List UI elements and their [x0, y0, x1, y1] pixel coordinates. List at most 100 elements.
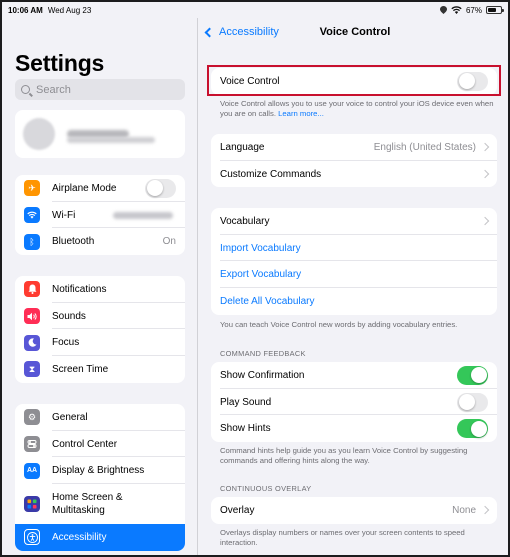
import-vocabulary-label: Import Vocabulary — [220, 242, 301, 254]
search-icon — [21, 85, 30, 94]
vocabulary-group: Vocabulary Import Vocabulary Export Voca… — [211, 208, 497, 315]
show-hints-label: Show Hints — [220, 423, 271, 435]
vocabulary-label: Vocabulary — [220, 215, 270, 227]
show-hints-toggle[interactable] — [457, 419, 488, 439]
sidebar-item-label: Sounds — [52, 310, 86, 322]
sidebar-item-label: Accessibility — [52, 531, 107, 543]
vocabulary-note: You can teach Voice Control new words by… — [220, 320, 458, 329]
play-sound-toggle[interactable] — [457, 392, 488, 412]
navigation-bar: Accessibility Voice Control — [198, 18, 508, 46]
chevron-right-icon — [480, 169, 490, 179]
show-confirmation-toggle[interactable] — [457, 365, 488, 385]
sidebar-item-label: Airplane Mode — [52, 182, 117, 194]
speaker-icon — [24, 308, 40, 325]
sidebar-item-airplane-mode[interactable]: ✈ Airplane Mode — [15, 175, 185, 202]
bell-icon — [24, 281, 40, 298]
sidebar-item-label: Control Center — [52, 438, 118, 450]
overlay-note: Overlays display numbers or names over y… — [220, 528, 465, 548]
show-hints-row[interactable]: Show Hints — [211, 415, 497, 442]
voice-control-group: Voice Control — [211, 68, 497, 95]
airplane-mode-toggle[interactable] — [145, 178, 176, 198]
import-vocabulary-button[interactable]: Import Vocabulary — [211, 235, 497, 262]
apple-id-profile[interactable] — [15, 110, 185, 158]
sidebar-item-bluetooth[interactable]: ᛒ Bluetooth On — [15, 228, 185, 255]
show-confirmation-row[interactable]: Show Confirmation — [211, 362, 497, 389]
connectivity-group: ✈ Airplane Mode Wi-Fi ᛒ Bluetooth On — [15, 175, 185, 256]
hourglass-icon: ⧗ — [24, 361, 40, 378]
notifications-group: Notifications Sounds Focus ⧗ Screen Time — [15, 276, 185, 383]
voice-control-toggle[interactable] — [457, 71, 488, 91]
voice-note-text: Voice Control allows you to use your voi… — [220, 99, 494, 119]
status-time: 10:06 AM — [8, 5, 43, 15]
wifi-network-redacted — [113, 211, 173, 219]
sidebar-item-label-line2: Multitasking — [52, 505, 105, 517]
command-feedback-group: Show Confirmation Play Sound Show Hints — [211, 362, 497, 443]
sidebar-item-sounds[interactable]: Sounds — [15, 303, 185, 330]
sidebar-item-label-line1: Home Screen & — [52, 492, 123, 504]
sidebar-item-notifications[interactable]: Notifications — [15, 276, 185, 303]
sidebar-item-label: Screen Time — [52, 363, 109, 375]
search-placeholder: Search — [36, 83, 71, 96]
ipad-screen: 10:06 AM Wed Aug 23 67% Settings Search … — [0, 0, 510, 557]
gear-icon: ⚙ — [24, 409, 40, 426]
system-group: ⚙ General Control Center AA Display & Br… — [15, 404, 185, 551]
airplane-icon: ✈ — [24, 180, 40, 197]
sidebar-title: Settings — [15, 50, 105, 76]
sidebar-item-focus[interactable]: Focus — [15, 329, 185, 357]
sidebar-item-label: Wi-Fi — [52, 209, 76, 221]
location-icon — [439, 6, 447, 14]
delete-all-vocabulary-button[interactable]: Delete All Vocabulary — [211, 288, 497, 315]
chevron-right-icon — [480, 217, 490, 226]
voice-control-label: Voice Control — [220, 75, 280, 87]
play-sound-row[interactable]: Play Sound — [211, 389, 497, 416]
grid-icon — [24, 496, 40, 513]
hints-note: Command hints help guide you as you lear… — [220, 446, 468, 466]
show-confirmation-label: Show Confirmation — [220, 369, 305, 381]
customize-commands-label: Customize Commands — [220, 168, 322, 180]
voice-control-pane: Accessibility Voice Control Voice Contro… — [198, 18, 508, 555]
vocabulary-row[interactable]: Vocabulary — [211, 208, 497, 235]
sidebar-item-general[interactable]: ⚙ General — [15, 404, 185, 431]
sidebar-item-screen-time[interactable]: ⧗ Screen Time — [15, 356, 185, 383]
export-vocabulary-button[interactable]: Export Vocabulary — [211, 261, 497, 289]
wifi-status-icon — [451, 6, 462, 14]
status-right: 67% — [439, 5, 504, 15]
settings-sidebar: Settings Search ✈ Airplane Mode Wi-Fi ᛒ … — [2, 18, 198, 555]
chevron-right-icon — [480, 143, 490, 152]
battery-percent: 67% — [465, 5, 482, 15]
sidebar-item-label: Bluetooth — [52, 236, 95, 248]
export-vocabulary-label: Export Vocabulary — [220, 269, 302, 281]
sidebar-item-label: Home Screen & Multitasking — [52, 491, 123, 517]
accessibility-icon — [24, 529, 40, 546]
sidebar-item-control-center[interactable]: Control Center — [15, 431, 185, 458]
status-bar: 10:06 AM Wed Aug 23 67% — [2, 2, 508, 18]
voice-control-row[interactable]: Voice Control — [211, 68, 497, 95]
status-date: Wed Aug 23 — [47, 5, 92, 15]
sidebar-item-display-brightness[interactable]: AA Display & Brightness — [15, 457, 185, 485]
text-size-icon: AA — [24, 462, 40, 479]
overlay-label: Overlay — [220, 504, 255, 516]
sidebar-item-home-screen[interactable]: Home Screen & Multitasking — [15, 484, 185, 524]
sidebar-item-accessibility[interactable]: Accessibility — [15, 524, 185, 551]
avatar — [23, 118, 55, 150]
sidebar-item-wifi[interactable]: Wi-Fi — [15, 202, 185, 229]
bluetooth-status: On — [162, 236, 176, 248]
overlay-row[interactable]: Overlay None — [211, 497, 497, 524]
page-title: Voice Control — [319, 26, 391, 38]
profile-subtitle-redacted — [67, 137, 155, 143]
search-field[interactable]: Search — [15, 79, 185, 100]
overlay-group: Overlay None — [211, 497, 497, 524]
language-row[interactable]: Language English (United States) — [211, 134, 497, 161]
learn-more-link[interactable]: Learn more... — [278, 109, 324, 118]
sidebar-item-label: Focus — [52, 337, 80, 349]
sidebar-item-label: Notifications — [52, 283, 107, 295]
command-feedback-header: COMMAND FEEDBACK — [220, 349, 306, 358]
delete-vocabulary-label: Delete All Vocabulary — [220, 295, 315, 307]
play-sound-label: Play Sound — [220, 396, 272, 408]
battery-icon — [486, 6, 504, 14]
chevron-right-icon — [480, 506, 490, 515]
language-label: Language — [220, 141, 265, 153]
customize-commands-row[interactable]: Customize Commands — [211, 161, 497, 188]
overlay-value: None — [452, 504, 476, 516]
voice-control-description: Voice Control allows you to use your voi… — [220, 99, 496, 120]
